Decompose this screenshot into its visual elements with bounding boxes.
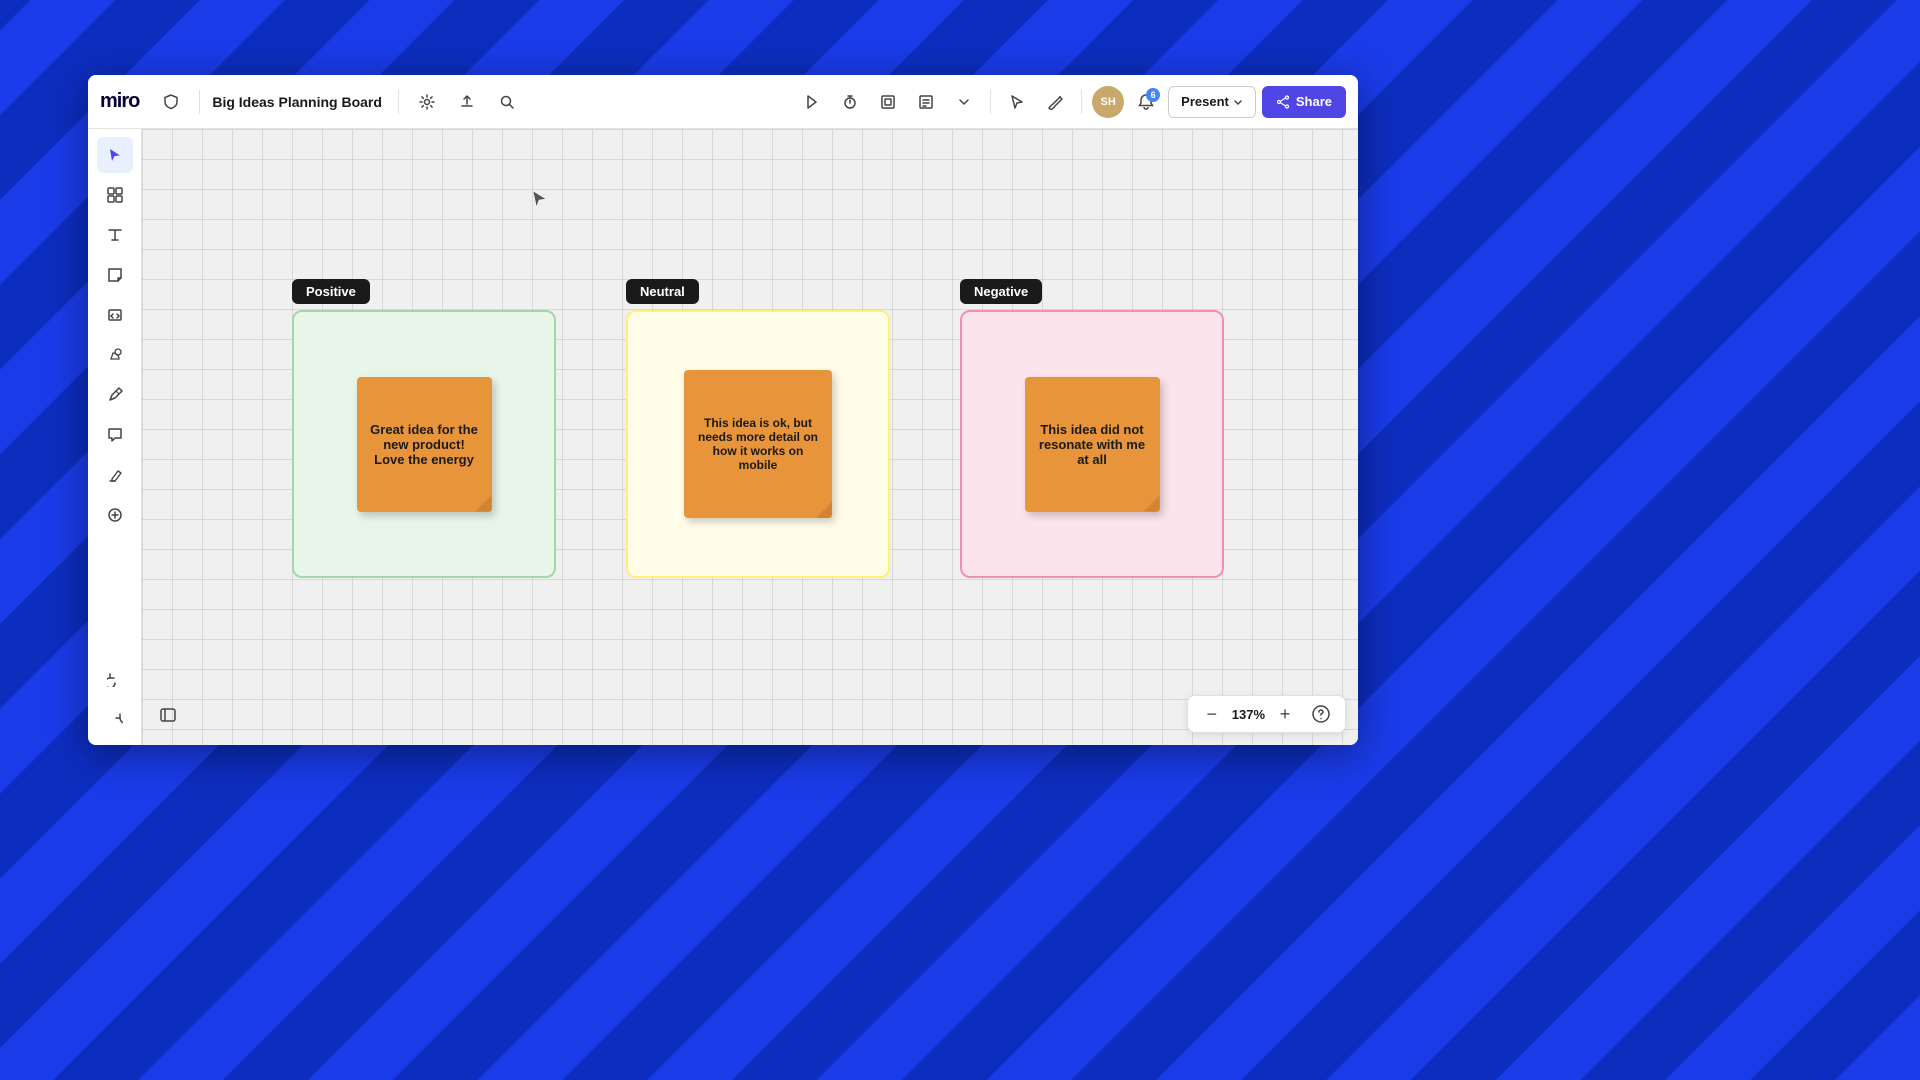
shapes-icon [107, 347, 123, 363]
frames-icon [107, 187, 123, 203]
shapes-tool-btn[interactable] [97, 337, 133, 373]
sticky-note-positive-text: Great idea for the new product! Love the… [369, 422, 480, 467]
present-label: Present [1181, 94, 1229, 109]
sticky-note-neutral-text: This idea is ok, but needs more detail o… [696, 416, 820, 472]
redo-icon [107, 711, 123, 727]
zoom-level: 137% [1232, 707, 1265, 722]
highlighter-icon [107, 467, 123, 483]
highlight-tool-btn[interactable] [97, 457, 133, 493]
shield-icon [163, 94, 179, 110]
avatar[interactable]: SH [1092, 86, 1124, 118]
draw-btn[interactable] [1039, 86, 1071, 118]
sticky-note-icon [107, 267, 123, 283]
toolbar-divider-2 [398, 90, 399, 114]
zoom-in-btn[interactable]: + [1273, 702, 1297, 726]
column-neutral: Neutral This idea is ok, but needs more … [626, 279, 890, 578]
present-btn[interactable]: Present [1168, 86, 1256, 118]
column-label-neutral: Neutral [626, 279, 699, 304]
upload-icon [459, 94, 475, 110]
search-icon [499, 94, 515, 110]
sticky-note-positive[interactable]: Great idea for the new product! Love the… [357, 377, 492, 512]
timer-btn[interactable] [834, 86, 866, 118]
chevron-down-icon [957, 95, 971, 109]
embed-tool-btn[interactable] [97, 297, 133, 333]
sticky-note-negative[interactable]: This idea did not resonate with me at al… [1025, 377, 1160, 512]
zoom-out-btn[interactable]: − [1200, 702, 1224, 726]
column-negative: Negative This idea did not resonate with… [960, 279, 1224, 578]
help-btn[interactable] [1309, 702, 1333, 726]
notes-btn[interactable] [910, 86, 942, 118]
draw-icon [1047, 94, 1063, 110]
comment-icon [107, 427, 123, 443]
select-tool-btn[interactable] [97, 137, 133, 173]
share-btn[interactable]: Share [1262, 86, 1346, 118]
column-positive: Positive Great idea for the new product!… [292, 279, 556, 578]
toolbar-divider-3 [990, 90, 991, 114]
frame-btn[interactable] [872, 86, 904, 118]
canvas[interactable]: Positive Great idea for the new product!… [142, 129, 1358, 745]
sticky-note-neutral[interactable]: This idea is ok, but needs more detail o… [684, 370, 832, 518]
notification-badge: 6 [1146, 88, 1160, 102]
left-sidebar [88, 129, 142, 745]
panel-icon [159, 706, 177, 724]
text-tool-btn[interactable] [97, 217, 133, 253]
toolbar-divider-1 [199, 90, 200, 114]
settings-btn[interactable] [411, 86, 443, 118]
add-tool-btn[interactable] [97, 497, 133, 533]
column-label-negative: Negative [960, 279, 1042, 304]
undo-icon [107, 671, 123, 687]
chevron-down-btn[interactable] [948, 86, 980, 118]
main-area: Positive Great idea for the new product!… [88, 129, 1358, 745]
toolbar-divider-4 [1081, 90, 1082, 114]
app-window: miro Big Ideas Planning Board [88, 75, 1358, 745]
column-card-neutral[interactable]: This idea is ok, but needs more detail o… [626, 310, 890, 578]
search-btn[interactable] [491, 86, 523, 118]
column-label-positive: Positive [292, 279, 370, 304]
play-btn[interactable] [796, 86, 828, 118]
frame-icon [880, 94, 896, 110]
share-icon [1276, 95, 1290, 109]
zoom-bar: − 137% + [1187, 695, 1346, 733]
columns-wrapper: Positive Great idea for the new product!… [292, 279, 1224, 578]
cursor [530, 189, 550, 209]
chevron-down-icon-present [1233, 97, 1243, 107]
help-icon [1312, 705, 1330, 723]
cursor-select-icon [1009, 94, 1025, 110]
column-card-positive[interactable]: Great idea for the new product! Love the… [292, 310, 556, 578]
cursor-arrow-icon [107, 147, 123, 163]
toolbar-right: SH 6 Present [796, 86, 1346, 118]
shield-icon-btn[interactable] [155, 86, 187, 118]
notification-btn[interactable]: 6 [1130, 86, 1162, 118]
pen-tool-btn[interactable] [97, 377, 133, 413]
board-title: Big Ideas Planning Board [212, 94, 382, 110]
text-icon [107, 227, 123, 243]
play-icon [804, 94, 820, 110]
redo-btn[interactable] [97, 701, 133, 737]
notes-icon [918, 94, 934, 110]
miro-logo: miro [100, 90, 139, 113]
undo-btn[interactable] [97, 661, 133, 697]
cursor-select-btn[interactable] [1001, 86, 1033, 118]
plus-circle-icon [107, 507, 123, 523]
sticky-tool-btn[interactable] [97, 257, 133, 293]
sticky-note-negative-text: This idea did not resonate with me at al… [1037, 422, 1148, 467]
settings-icon [419, 94, 435, 110]
pen-icon [107, 387, 123, 403]
comment-tool-btn[interactable] [97, 417, 133, 453]
column-card-negative[interactable]: This idea did not resonate with me at al… [960, 310, 1224, 578]
toolbar: miro Big Ideas Planning Board [88, 75, 1358, 129]
timer-icon [842, 94, 858, 110]
share-label: Share [1296, 94, 1332, 109]
embed-icon [107, 307, 123, 323]
collapse-sidebar-btn[interactable] [150, 697, 186, 733]
frames-tool-btn[interactable] [97, 177, 133, 213]
upload-btn[interactable] [451, 86, 483, 118]
